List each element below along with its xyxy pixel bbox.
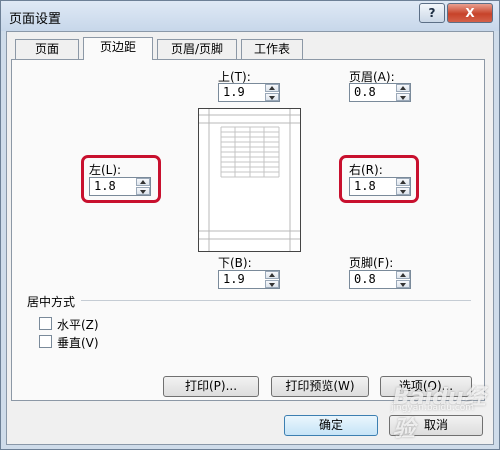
tab-margins[interactable]: 页边距 (83, 37, 153, 60)
title-bar: 页面设置 ? X (1, 1, 499, 31)
group-divider (81, 300, 471, 301)
footer-margin-value[interactable]: 0.8 (354, 272, 376, 286)
print-preview-button[interactable]: 打印预览(W) (271, 376, 369, 397)
spin-down-icon[interactable] (396, 93, 410, 101)
left-margin-label: 左(L): (89, 163, 122, 177)
spin-up-icon[interactable] (265, 84, 279, 92)
header-margin-value[interactable]: 0.8 (354, 85, 376, 99)
bottom-margin-spinner[interactable]: 1.9 (218, 270, 280, 289)
spin-down-icon[interactable] (136, 187, 150, 195)
top-margin-value[interactable]: 1.9 (223, 85, 245, 99)
bottom-margin-label: 下(B): (218, 256, 252, 270)
spin-down-icon[interactable] (396, 187, 410, 195)
spin-up-icon[interactable] (396, 178, 410, 186)
header-margin-spinner[interactable]: 0.8 (349, 83, 411, 102)
right-margin-value[interactable]: 1.8 (354, 179, 376, 193)
spin-up-icon[interactable] (396, 84, 410, 92)
tab-sheet[interactable]: 工作表 (241, 39, 303, 59)
vertical-center-checkbox[interactable] (39, 335, 52, 348)
ok-button[interactable]: 确定 (284, 415, 378, 436)
horizontal-center-checkbox[interactable] (39, 317, 52, 330)
right-margin-label: 右(R): (349, 163, 383, 177)
baidu-watermark-url: jingyan.baidu.com (391, 403, 475, 413)
top-margin-spinner[interactable]: 1.9 (218, 83, 280, 102)
spin-up-icon[interactable] (265, 271, 279, 279)
print-button[interactable]: 打印(P)... (163, 376, 259, 397)
spin-down-icon[interactable] (265, 280, 279, 288)
right-margin-spinner[interactable]: 1.8 (349, 177, 411, 196)
spin-up-icon[interactable] (136, 178, 150, 186)
spin-down-icon[interactable] (396, 280, 410, 288)
footer-margin-label: 页脚(F): (349, 256, 394, 270)
spin-down-icon[interactable] (265, 93, 279, 101)
close-button[interactable]: X (447, 3, 493, 23)
bottom-margin-value[interactable]: 1.9 (223, 272, 245, 286)
help-button[interactable]: ? (419, 3, 445, 23)
dialog-title: 页面设置 (9, 12, 62, 27)
page-preview-diagram (199, 109, 300, 251)
page-preview (198, 108, 301, 252)
vertical-center-label[interactable]: 垂直(V) (57, 334, 99, 351)
page-setup-dialog: 页面设置 ? X 页面 页边距 页眉/页脚 工作表 上(T): 1.9 页眉(A… (0, 0, 500, 450)
footer-margin-spinner[interactable]: 0.8 (349, 270, 411, 289)
left-margin-value[interactable]: 1.8 (94, 179, 116, 193)
center-on-page-title: 居中方式 (27, 295, 76, 309)
tab-page[interactable]: 页面 (15, 39, 79, 59)
tab-header-footer[interactable]: 页眉/页脚 (157, 39, 237, 59)
horizontal-center-label[interactable]: 水平(Z) (57, 316, 99, 333)
left-margin-spinner[interactable]: 1.8 (89, 177, 151, 196)
spin-up-icon[interactable] (396, 271, 410, 279)
